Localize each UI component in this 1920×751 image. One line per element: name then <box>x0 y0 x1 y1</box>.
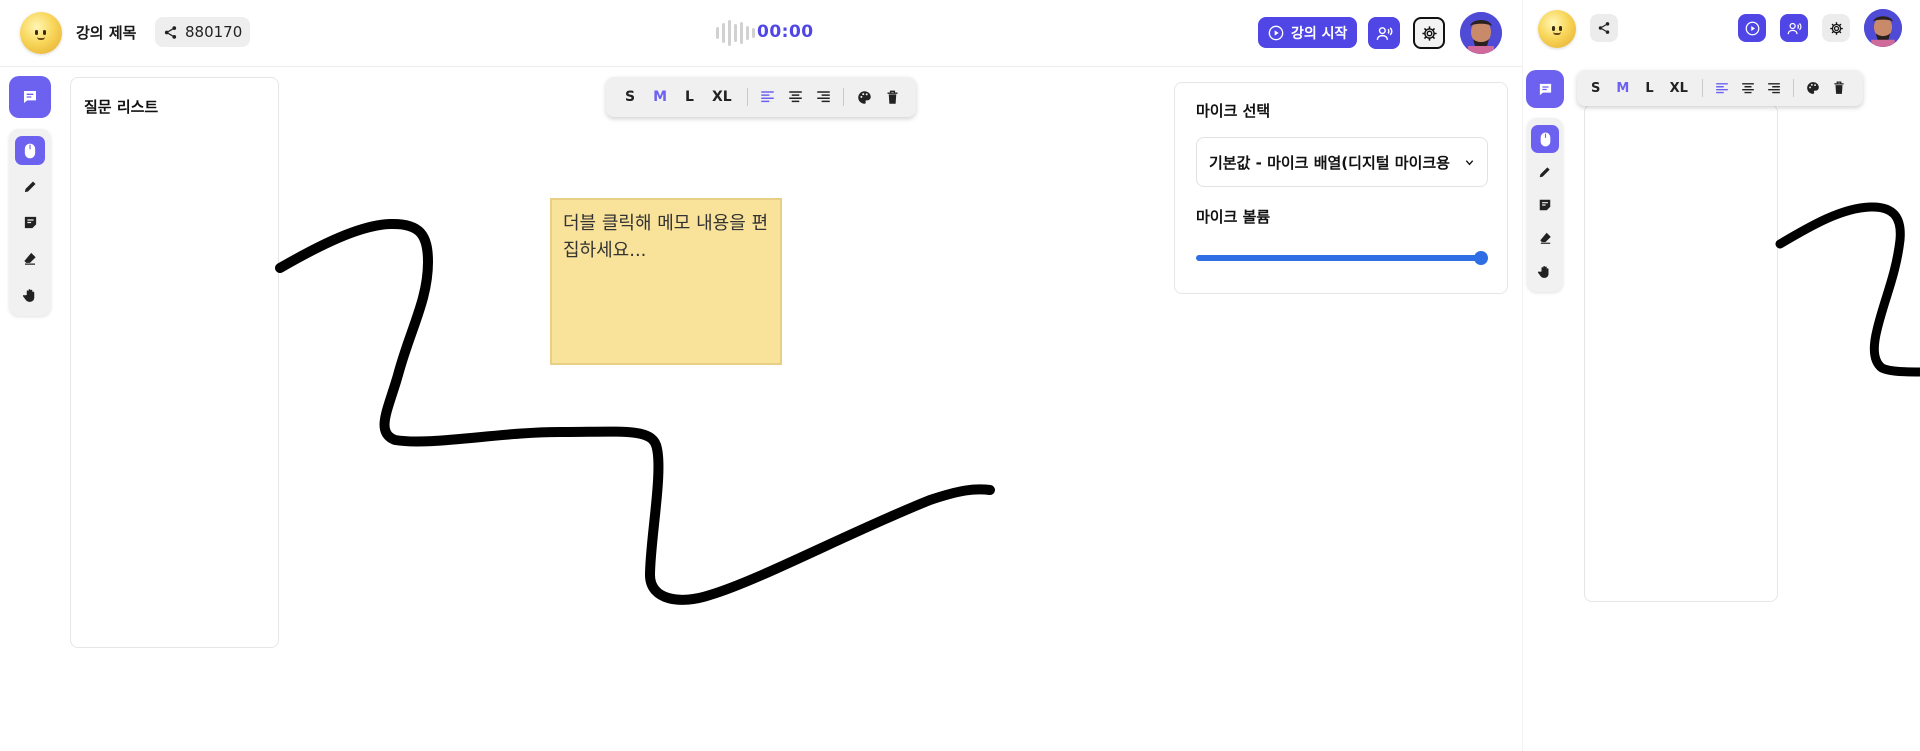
mini-size-m-button[interactable]: M <box>1608 81 1637 96</box>
toolbar-divider <box>1792 79 1794 97</box>
mic-device-value: 기본값 - 마이크 배열(디지털 마이크용 <box>1209 153 1450 172</box>
mic-volume-slider[interactable] <box>1196 255 1481 261</box>
mic-select-label: 마이크 선택 <box>1196 102 1271 120</box>
palette-icon <box>857 90 871 104</box>
sticky-note[interactable]: 더블 클릭해 메모 내용을 편집하세요... <box>550 198 782 365</box>
mini-color-button[interactable] <box>1800 75 1826 101</box>
toolbar-divider <box>746 88 748 106</box>
size-m-button[interactable]: M <box>644 89 676 105</box>
align-center-icon <box>1742 82 1754 93</box>
align-right-button[interactable] <box>809 84 837 110</box>
delete-button[interactable] <box>878 84 906 110</box>
mic-volume-label: 마이크 볼륨 <box>1196 208 1271 226</box>
mic-volume-thumb[interactable] <box>1474 251 1488 265</box>
align-right-icon <box>1768 82 1780 93</box>
color-button[interactable] <box>850 84 878 110</box>
size-xl-button[interactable]: XL <box>703 89 741 105</box>
toolbar-divider <box>1701 79 1703 97</box>
align-left-button[interactable] <box>754 84 782 110</box>
size-s-button[interactable]: S <box>616 89 644 105</box>
format-toolbar: S M L XL <box>606 77 916 117</box>
mini-align-right-button[interactable] <box>1761 75 1787 101</box>
size-l-button[interactable]: L <box>676 89 703 105</box>
mic-settings-panel: 마이크 선택 기본값 - 마이크 배열(디지털 마이크용 마이크 볼륨 <box>1174 82 1508 294</box>
mic-device-select[interactable]: 기본값 - 마이크 배열(디지털 마이크용 <box>1196 137 1488 187</box>
mini-align-left-button[interactable] <box>1709 75 1735 101</box>
toolbar-divider <box>843 88 845 106</box>
palette-icon <box>1807 82 1819 94</box>
trash-icon <box>887 90 898 104</box>
mini-size-l-button[interactable]: L <box>1637 81 1661 96</box>
align-center-icon <box>789 91 802 103</box>
align-right-icon <box>817 91 830 103</box>
align-left-icon <box>1716 82 1728 93</box>
mini-format-toolbar: S M L XL <box>1577 70 1863 106</box>
mini-size-s-button[interactable]: S <box>1583 81 1608 96</box>
mini-pen-stroke <box>1775 202 1920 377</box>
mini-size-xl-button[interactable]: XL <box>1662 81 1696 96</box>
mini-align-center-button[interactable] <box>1735 75 1761 101</box>
chevron-down-icon <box>1465 159 1474 165</box>
align-center-button[interactable] <box>782 84 810 110</box>
mini-delete-button[interactable] <box>1826 75 1852 101</box>
mini-drawing-canvas[interactable] <box>1522 0 1920 751</box>
align-left-icon <box>761 91 774 103</box>
sticky-note-text: 더블 클릭해 메모 내용을 편집하세요... <box>563 213 769 261</box>
trash-icon <box>1834 81 1844 94</box>
